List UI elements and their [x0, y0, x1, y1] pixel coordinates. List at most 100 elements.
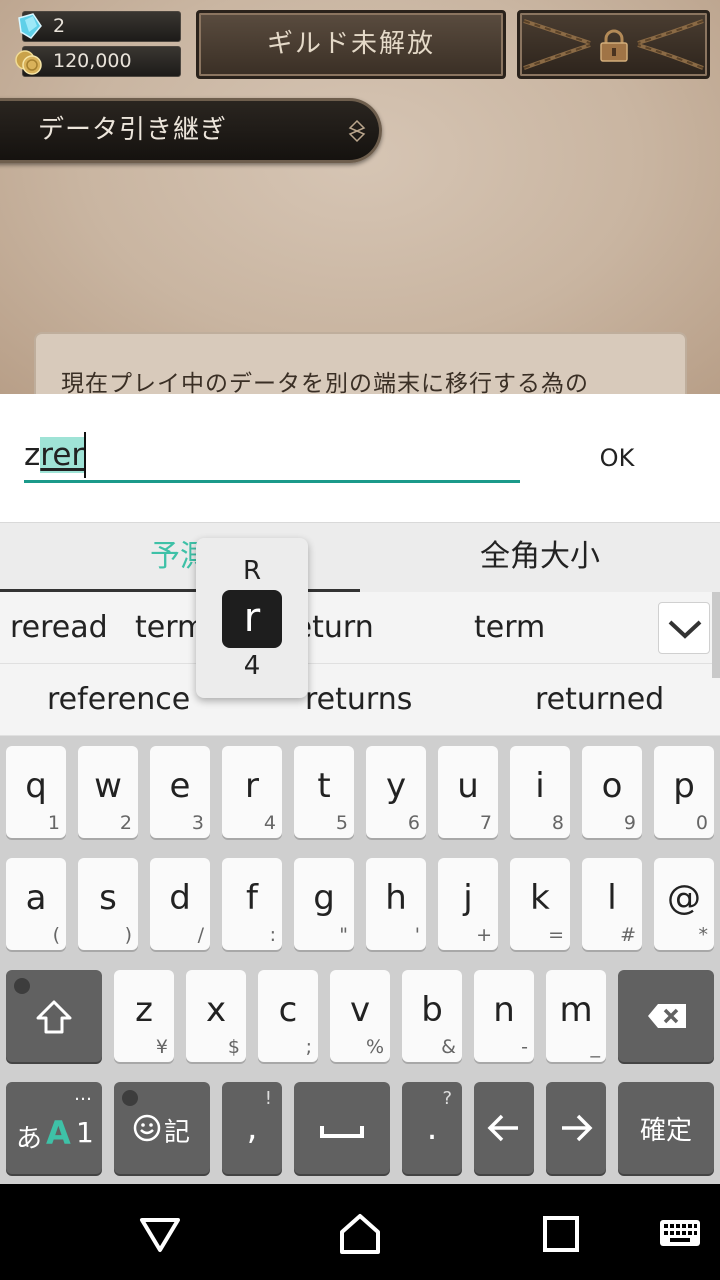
shift-key[interactable]	[6, 970, 102, 1062]
key-n[interactable]: n-	[474, 970, 534, 1062]
mode-label-alpha: A	[46, 1114, 71, 1152]
expand-candidates-button[interactable]	[658, 602, 710, 654]
key-letter: r	[245, 766, 259, 806]
tab-fullwidth-case[interactable]: 全角大小	[360, 523, 720, 593]
input-mode-key[interactable]: … あ A 1	[6, 1082, 102, 1174]
space-key[interactable]	[294, 1082, 390, 1174]
key-sublabel: 7	[479, 812, 492, 834]
candidate-item[interactable]: term	[474, 592, 545, 664]
backspace-key[interactable]	[618, 970, 714, 1062]
candidate-item[interactable]: returns	[305, 664, 412, 736]
key-letter: b	[421, 990, 443, 1030]
ok-button[interactable]: OK	[572, 430, 662, 486]
section-banner: データ引き継ぎ	[0, 98, 382, 163]
key-a[interactable]: a(	[6, 858, 66, 950]
key-at[interactable]: @ *	[654, 858, 714, 950]
key-letter: y	[385, 766, 407, 806]
key-sublabel: 8	[551, 812, 564, 834]
confirm-label: 確定	[639, 1116, 692, 1146]
comma-key[interactable]: , !	[222, 1082, 282, 1174]
candidate-scrollbar[interactable]	[712, 592, 720, 678]
key-sublabel: 1	[47, 812, 60, 834]
key-w[interactable]: w2	[78, 746, 138, 838]
key-i[interactable]: i8	[510, 746, 570, 838]
key-s[interactable]: s)	[78, 858, 138, 950]
key-q[interactable]: q1	[6, 746, 66, 838]
system-navigation-bar	[0, 1184, 720, 1280]
key-x[interactable]: x $	[186, 970, 246, 1062]
candidate-item[interactable]: reference	[47, 664, 190, 736]
recents-square-icon[interactable]	[539, 1212, 583, 1256]
gem-counter: 2	[18, 11, 181, 42]
gem-count: 2	[53, 15, 66, 37]
key-letter: o	[601, 766, 623, 806]
key-l[interactable]: l #	[582, 858, 642, 950]
key-g[interactable]: g "	[294, 858, 354, 950]
locked-feature-button[interactable]	[517, 10, 710, 79]
key-sublabel: 5	[335, 812, 348, 834]
key-m[interactable]: m _	[546, 970, 606, 1062]
key-h[interactable]: h '	[366, 858, 426, 950]
key-letter: g	[313, 878, 335, 918]
key-sublabel: =	[548, 924, 564, 946]
key-preview-upper: R	[242, 556, 262, 586]
shift-arrow-icon	[36, 1000, 72, 1034]
key-letter: .	[426, 1108, 438, 1148]
arrow-right-icon	[562, 1114, 593, 1142]
info-text: 現在プレイ中のデータを別の端末に移行する為の	[61, 371, 589, 394]
cursor-left-key[interactable]	[474, 1082, 534, 1174]
key-e[interactable]: e3	[150, 746, 210, 838]
key-sublabel: &	[441, 1036, 456, 1058]
key-letter: z	[135, 990, 153, 1030]
composing-text: rer	[40, 437, 85, 473]
key-z[interactable]: z ¥	[114, 970, 174, 1062]
emoji-symbol-key[interactable]: 記	[114, 1082, 210, 1174]
key-v[interactable]: v%	[330, 970, 390, 1062]
key-sublabel: +	[476, 924, 492, 946]
key-sublabel: 4	[263, 812, 276, 834]
guild-button[interactable]: ギルド未解放	[196, 10, 506, 79]
key-o[interactable]: o9	[582, 746, 642, 838]
ime-tab-bar: 予測 全角大小	[0, 522, 720, 593]
key-b[interactable]: b &	[402, 970, 462, 1062]
key-p[interactable]: p0	[654, 746, 714, 838]
key-sublabel: (	[52, 924, 60, 946]
key-u[interactable]: u7	[438, 746, 498, 838]
cursor-right-key[interactable]	[546, 1082, 606, 1174]
key-sublabel: "	[339, 924, 348, 946]
key-sublabel: 9	[623, 812, 636, 834]
key-t[interactable]: t5	[294, 746, 354, 838]
candidate-item[interactable]: reread	[10, 592, 108, 664]
key-c[interactable]: c;	[258, 970, 318, 1062]
back-triangle-icon[interactable]	[138, 1212, 182, 1256]
key-j[interactable]: j +	[438, 858, 498, 950]
key-k[interactable]: k =	[510, 858, 570, 950]
key-preview-main: r	[222, 590, 282, 648]
key-letter: p	[673, 766, 695, 806]
key-sublabel: 3	[191, 812, 204, 834]
keyboard-switch-icon[interactable]	[658, 1212, 702, 1256]
key-letter: d	[169, 878, 191, 918]
info-panel: 現在プレイ中のデータを別の端末に移行する為の	[34, 332, 687, 394]
period-key[interactable]: . ?	[402, 1082, 462, 1174]
smiley-icon	[133, 1114, 161, 1142]
key-letter: w	[94, 766, 122, 806]
key-f[interactable]: f:	[222, 858, 282, 950]
key-r[interactable]: r4	[222, 746, 282, 838]
candidate-item[interactable]: returned	[535, 664, 664, 736]
key-letter: k	[530, 878, 550, 918]
key-letter: a	[25, 878, 47, 918]
key-sublabel: ?	[442, 1088, 452, 1109]
key-d[interactable]: d /	[150, 858, 210, 950]
key-sublabel: #	[620, 924, 636, 946]
key-letter: x	[205, 990, 227, 1030]
key-letter: j	[463, 878, 473, 918]
home-icon[interactable]	[338, 1212, 382, 1256]
space-icon	[320, 1126, 364, 1138]
key-letter: l	[607, 878, 617, 918]
key-y[interactable]: y6	[366, 746, 426, 838]
text-input-field[interactable]: zrer	[24, 432, 520, 483]
typed-text: z	[24, 437, 41, 473]
coin-count: 120,000	[53, 50, 132, 72]
confirm-key[interactable]: 確定	[618, 1082, 714, 1174]
